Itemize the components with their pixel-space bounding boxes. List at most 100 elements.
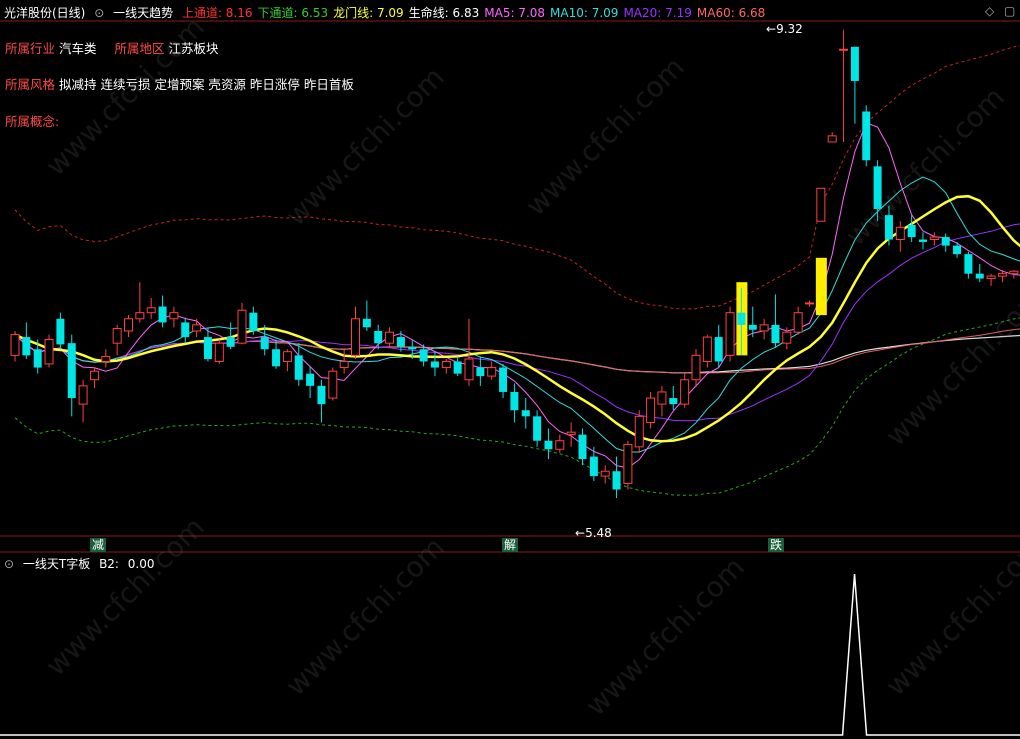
- candle-body: [612, 471, 621, 490]
- stock-title: 光洋股份(日线): [4, 6, 86, 20]
- candle-body: [22, 337, 31, 356]
- candle-body: [396, 337, 405, 347]
- candle-body: [101, 356, 111, 362]
- candle-body: [351, 318, 360, 356]
- candle-body: [112, 328, 122, 344]
- info-row-concept: 所属概念:: [5, 111, 63, 130]
- candle-body: [192, 324, 202, 332]
- candle-body: [89, 370, 99, 381]
- candle-body: [237, 309, 247, 344]
- candle-body: [623, 443, 633, 484]
- candle-body: [124, 318, 133, 332]
- candle-body: [249, 312, 258, 331]
- indicator-name[interactable]: 一线天趋势: [113, 6, 173, 20]
- candle-body: [67, 343, 76, 399]
- candle-body: [430, 361, 439, 368]
- candle-body: [146, 307, 156, 314]
- candle-body: [578, 434, 587, 460]
- candle-body: [78, 385, 88, 405]
- candle-body: [816, 187, 826, 222]
- candle-body: [510, 391, 519, 411]
- candle-body: [56, 318, 65, 345]
- candle-body: [33, 349, 42, 368]
- candle-body: [997, 273, 1007, 277]
- candle-body: [782, 331, 792, 344]
- candle-body: [907, 224, 916, 238]
- candle-body: [566, 431, 576, 436]
- candle-body: [634, 415, 644, 448]
- candle-body: [975, 273, 984, 279]
- candle-body: [214, 342, 224, 362]
- candle-body: [544, 440, 553, 450]
- ma5-line: [14, 122, 1020, 469]
- candle-body: [657, 391, 667, 405]
- candle-body: [600, 470, 610, 477]
- window-toggle-icon[interactable]: ▢: [1004, 4, 1015, 18]
- settings-diamond-icon[interactable]: ◇: [985, 4, 994, 18]
- candle-body: [1009, 270, 1019, 275]
- life-line: [14, 334, 1020, 374]
- candle-body: [555, 440, 565, 450]
- candle-body: [919, 239, 927, 242]
- candle-body: [362, 318, 371, 328]
- candle-body: [691, 354, 701, 381]
- style-value: 拟减持 连续亏损 定增预案 壳资源 昨日涨停 昨日首板: [59, 77, 354, 92]
- candle-body: [929, 236, 939, 241]
- candle-body: [135, 312, 145, 320]
- candle-body: [759, 324, 769, 332]
- candle-body: [839, 48, 849, 51]
- candle-body: [793, 312, 803, 333]
- candle-body: [181, 322, 190, 338]
- candle-body: [964, 254, 973, 274]
- candle-body: [941, 237, 950, 246]
- concept-key: 所属概念:: [5, 114, 60, 129]
- indicator-values: 上通道: 8.16 下通道: 6.53 龙门线: 7.09 生命线: 6.83 MA5:…: [182, 6, 770, 20]
- indicator-value-6: MA20: 7.19: [623, 6, 692, 20]
- candle-body: [282, 351, 292, 362]
- chevron-down-icon[interactable]: ⊙: [4, 557, 14, 571]
- candle-body: [669, 398, 678, 405]
- candle-body: [771, 324, 780, 344]
- candle-body: [294, 355, 303, 380]
- candle-body: [533, 416, 542, 441]
- candle-body: [317, 385, 326, 405]
- candle-body: [464, 358, 474, 381]
- price-high-value: 9.32: [776, 22, 803, 36]
- candle-body: [589, 456, 598, 477]
- candle-body: [680, 379, 690, 405]
- candle-body: [226, 337, 235, 347]
- candle-body: [862, 111, 871, 161]
- candle-body: [441, 360, 451, 369]
- candle-body: [953, 245, 962, 255]
- candle-body: [895, 226, 905, 241]
- candle-body: [10, 334, 20, 356]
- marker-fall: 跌: [768, 538, 784, 552]
- candle-body: [374, 330, 383, 344]
- price-low-value: 5.48: [585, 526, 612, 540]
- candle-body: [408, 346, 417, 350]
- candle-body: [203, 337, 212, 360]
- info-row-style: 所属风格 拟减持 连续亏损 定增预案 壳资源 昨日涨停 昨日首板: [5, 74, 368, 93]
- candle-body: [158, 306, 167, 323]
- b2-key: B2:: [99, 557, 123, 571]
- indicator-value-7: MA60: 6.68: [696, 6, 766, 20]
- candle-body: [419, 349, 428, 362]
- yellow-signal-bar: [815, 257, 827, 316]
- sub-indicator-name[interactable]: 一线天T字板: [23, 557, 90, 571]
- chevron-down-icon[interactable]: ⊙: [94, 6, 104, 20]
- candle-body: [737, 312, 746, 325]
- chart-header: 光洋股份(日线) ⊙ 一线天趋势 上通道: 8.16 下通道: 6.53 龙门线: …: [4, 4, 775, 21]
- candle-body: [339, 360, 349, 369]
- indicator-value-3: 生命线: 6.83: [408, 6, 480, 20]
- candle-body: [169, 312, 179, 320]
- price-high-label: ←9.32: [766, 22, 803, 36]
- industry-value: 汽车类: [59, 41, 97, 56]
- candle-body: [499, 367, 508, 392]
- marker-unlock: 解: [502, 538, 518, 552]
- marker-reduce: 减: [90, 538, 106, 552]
- candle-body: [306, 373, 315, 386]
- indicator-value-2: 龙门线: 7.09: [333, 6, 404, 20]
- candle-body: [476, 367, 485, 377]
- industry-key: 所属行业: [5, 41, 56, 56]
- candle-body: [805, 302, 814, 305]
